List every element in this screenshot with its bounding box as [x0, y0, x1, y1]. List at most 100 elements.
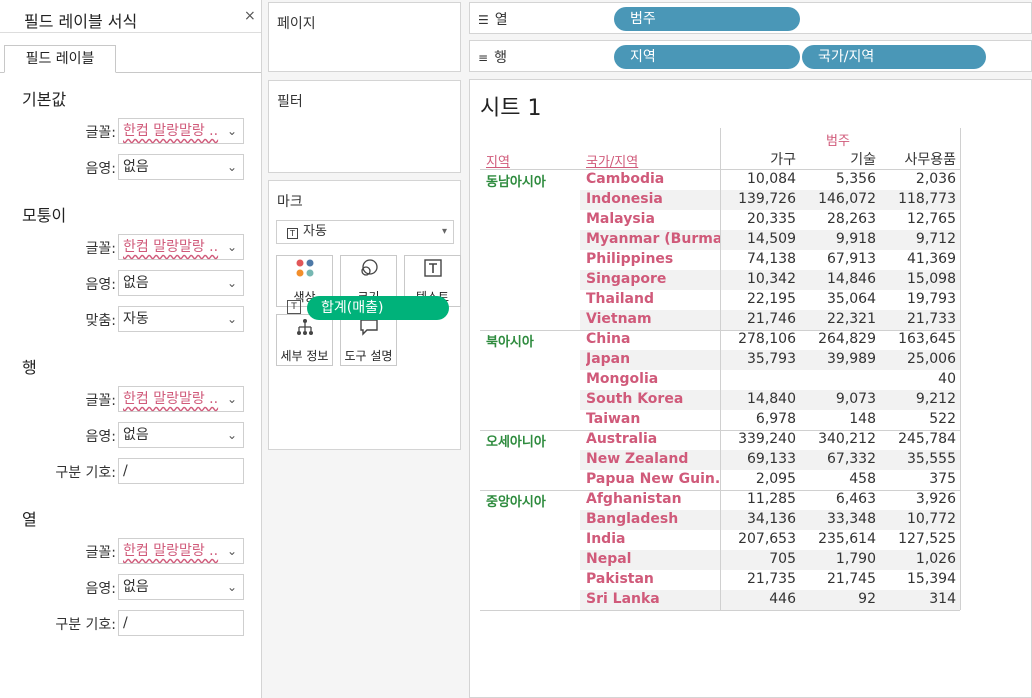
sales-value: 207,653 [738, 531, 796, 547]
country-label: Pakistan [586, 571, 654, 587]
sales-value: 39,989 [827, 351, 876, 367]
sales-value: 375 [929, 471, 956, 487]
default-shade-dropdown[interactable]: 없음 ⌄ [118, 154, 244, 180]
sales-value: 22,321 [827, 311, 876, 327]
shade-label: 음영: [85, 277, 116, 293]
sales-value: 14,509 [747, 231, 796, 247]
sales-value: 35,793 [747, 351, 796, 367]
tab-field-labels[interactable]: 필드 레이블 [4, 45, 116, 73]
corner-shade-dropdown[interactable]: 없음 ⌄ [118, 270, 244, 296]
country-label: Thailand [586, 291, 654, 307]
chevron-down-icon: ⌄ [226, 240, 237, 254]
chevron-down-icon: ⌄ [226, 276, 237, 290]
col-font-dropdown[interactable]: 한컴 말랑말랑 .. ⌄ [118, 538, 244, 564]
region-label: 동남아시아 [486, 175, 546, 190]
rows-shelf[interactable]: ≡ 행 지역 국가/지역 [469, 40, 1032, 72]
chevron-down-icon: ⌄ [226, 160, 237, 174]
sales-value: 340,212 [818, 431, 876, 447]
sales-value: 339,240 [738, 431, 796, 447]
size-circles-icon [341, 258, 396, 288]
sales-value: 3,926 [915, 491, 956, 507]
country-pill[interactable]: 국가/지역 [802, 45, 986, 69]
separator-label: 구분 기호: [55, 617, 116, 633]
region-label: 오세아니아 [486, 435, 546, 450]
row-separator-input[interactable]: / [118, 458, 244, 484]
text-box-icon [405, 258, 460, 288]
country-label: Cambodia [586, 171, 665, 187]
panel-title: 필드 레이블 서식 [24, 12, 138, 31]
row-field-header-country: 국가/지역 [586, 155, 639, 170]
country-label: India [586, 531, 626, 547]
sales-value: 127,525 [898, 531, 956, 547]
sales-value: 35,555 [907, 451, 956, 467]
sales-value: 10,084 [747, 171, 796, 187]
country-label: Mongolia [586, 371, 659, 387]
col-shade-dropdown[interactable]: 없음 ⌄ [118, 574, 244, 600]
sales-value: 5,356 [835, 171, 876, 187]
sales-value: 11,285 [747, 491, 796, 507]
country-label: South Korea [586, 391, 684, 407]
sales-value: 10,342 [747, 271, 796, 287]
category-pill[interactable]: 범주 [614, 7, 800, 31]
sales-value: 245,784 [898, 431, 956, 447]
close-icon[interactable]: × [244, 8, 256, 24]
sales-value: 264,829 [818, 331, 876, 347]
chevron-down-icon: ⌄ [226, 312, 237, 326]
mark-type-dropdown[interactable]: T 자동 ▾ [276, 220, 454, 244]
chevron-down-icon: ⌄ [226, 124, 237, 138]
sales-value: 1,026 [915, 551, 956, 567]
region-pill[interactable]: 지역 [614, 45, 800, 69]
shade-label: 음영: [85, 429, 116, 445]
sales-value: 74,138 [747, 251, 796, 267]
shade-label: 음영: [85, 161, 116, 177]
sales-value: 9,712 [915, 231, 956, 247]
corner-align-dropdown[interactable]: 자동 ⌄ [118, 306, 244, 332]
region-label: 북아시아 [486, 335, 534, 350]
font-label: 글꼴: [85, 125, 116, 141]
country-label: Vietnam [586, 311, 652, 327]
marks-title: 마크 [277, 194, 303, 210]
tooltip-button[interactable]: 도구 설명 [340, 314, 397, 366]
sales-value: 35,064 [827, 291, 876, 307]
sales-value: 163,645 [898, 331, 956, 347]
row-shade-dropdown[interactable]: 없음 ⌄ [118, 422, 244, 448]
color-dots-icon [277, 258, 332, 288]
sales-value: 22,195 [747, 291, 796, 307]
section-corner-title: 모퉁이 [22, 206, 67, 225]
filters-shelf[interactable]: 필터 [268, 80, 461, 173]
columns-shelf[interactable]: ☰ 열 범주 [469, 2, 1032, 34]
default-font-dropdown[interactable]: 한컴 말랑말랑 .. ⌄ [118, 118, 244, 144]
rows-icon: ≡ [478, 51, 489, 65]
country-label: Indonesia [586, 191, 663, 207]
chevron-down-icon: ⌄ [226, 428, 237, 442]
sales-value: 705 [769, 551, 796, 567]
sales-value: 40 [938, 371, 956, 387]
col-separator-input[interactable]: / [118, 610, 244, 636]
detail-button[interactable]: 세부 정보 [276, 314, 333, 366]
sales-value: 6,978 [755, 411, 796, 427]
row-header-divider [720, 128, 721, 610]
sales-value: 67,332 [827, 451, 876, 467]
sales-value: 522 [929, 411, 956, 427]
pages-shelf[interactable]: 페이지 [268, 2, 461, 72]
country-label: New Zealand [586, 451, 689, 467]
worksheet: 시트 1 범주 지역 국가/지역 가구 기술 사무용품 동남아시아 Cambodi… [469, 79, 1032, 698]
sales-value: 28,263 [827, 211, 876, 227]
category-header: 가구 [770, 152, 796, 168]
detail-tree-icon [277, 317, 332, 347]
region-label: 중앙아시아 [486, 495, 546, 510]
row-font-dropdown[interactable]: 한컴 말랑말랑 .. ⌄ [118, 386, 244, 412]
sum-sales-pill[interactable]: 합계(매출) [307, 296, 449, 320]
shade-label: 음영: [85, 581, 116, 597]
sales-value: 2,036 [915, 171, 956, 187]
country-label: Nepal [586, 551, 632, 567]
sales-value: 15,394 [907, 571, 956, 587]
sales-value: 148 [849, 411, 876, 427]
corner-font-dropdown[interactable]: 한컴 말랑말랑 .. ⌄ [118, 234, 244, 260]
sales-value: 139,726 [738, 191, 796, 207]
marks-card: 마크 T자동 ▾ 색상 크기 텍스트 세부 정보 도구 설명 T 합계(매출) [268, 180, 461, 450]
rows-label: ≡ 행 [478, 50, 507, 66]
chevron-down-icon: ⌄ [226, 392, 237, 406]
section-default-title: 기본값 [22, 90, 67, 109]
sales-value: 15,098 [907, 271, 956, 287]
